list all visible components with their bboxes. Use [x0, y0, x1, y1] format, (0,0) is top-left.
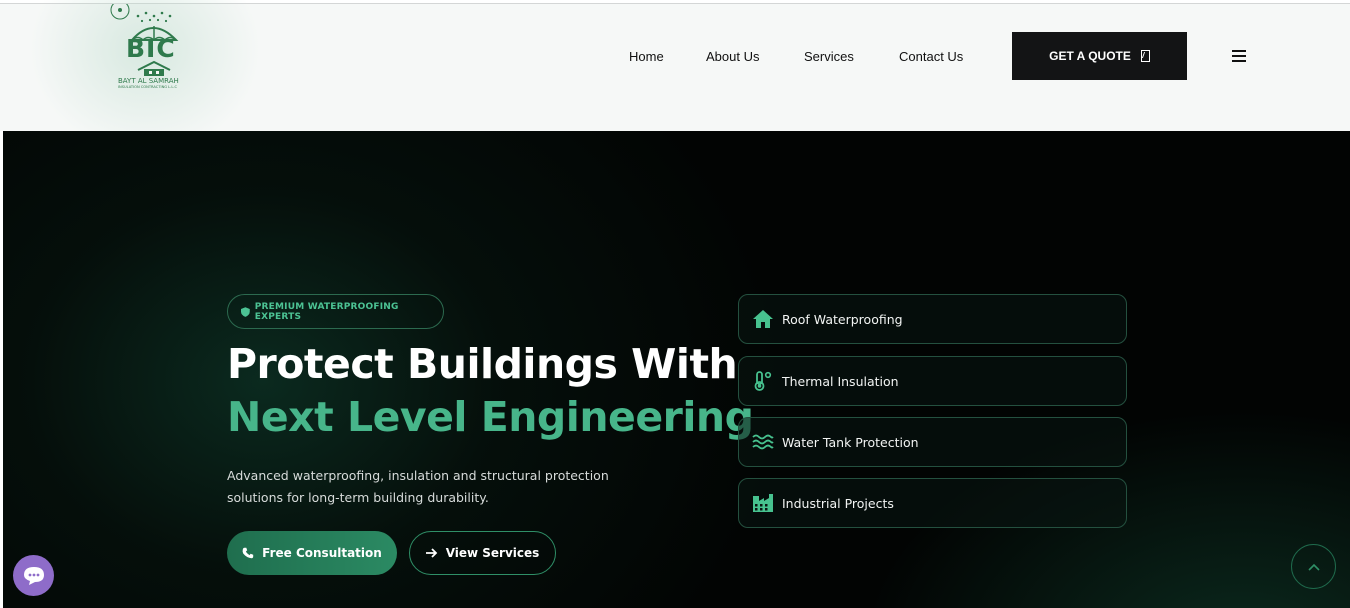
view-services-button[interactable]: View Services	[409, 531, 556, 575]
hero-badge: PREMIUM WATERPROOFING EXPERTS	[227, 294, 444, 329]
chat-bubble-icon	[23, 566, 44, 585]
get-a-quote-label: GET A QUOTE	[1049, 49, 1131, 63]
thermometer-icon	[754, 371, 772, 391]
feature-roof-waterproofing[interactable]: Roof Waterproofing	[738, 294, 1127, 344]
free-consultation-button[interactable]: Free Consultation	[227, 531, 397, 575]
arrow-right-icon	[425, 548, 437, 558]
free-consultation-label: Free Consultation	[262, 546, 382, 560]
site-header: BIC BAYT AL SAMRAH INSULATION CONTRACTIN…	[0, 0, 1350, 154]
feature-label: Water Tank Protection	[782, 434, 919, 450]
water-waves-icon	[752, 434, 774, 450]
brand-logo[interactable]: BIC BAYT AL SAMRAH INSULATION CONTRACTIN…	[108, 4, 198, 94]
feature-label: Roof Waterproofing	[782, 311, 903, 327]
view-services-label: View Services	[445, 546, 540, 560]
logo-letters: BIC	[126, 34, 176, 63]
feature-label: Industrial Projects	[782, 495, 894, 511]
chevron-up-icon	[1307, 563, 1320, 571]
feature-industrial-projects[interactable]: Industrial Projects	[738, 478, 1127, 528]
nav-home[interactable]: Home	[629, 49, 664, 64]
shield-icon	[241, 306, 250, 317]
phone-icon	[242, 547, 254, 559]
logo-company-subtitle: INSULATION CONTRACTING L.L.C	[118, 85, 177, 89]
nav-services[interactable]: Services	[804, 49, 854, 64]
logo-company-name: BAYT AL SAMRAH	[118, 77, 179, 85]
feature-water-tank-protection[interactable]: Water Tank Protection	[738, 417, 1127, 467]
document-icon	[1140, 50, 1150, 62]
industry-icon	[753, 494, 773, 512]
nav-about-us[interactable]: About Us	[706, 49, 759, 64]
hero-badge-label: PREMIUM WATERPROOFING EXPERTS	[254, 301, 399, 322]
get-a-quote-button[interactable]: GET A QUOTE	[1012, 32, 1187, 80]
hero-title-line2: Next Level Engineering	[227, 393, 754, 441]
feature-thermal-insulation[interactable]: Thermal Insulation	[738, 356, 1127, 406]
house-icon	[753, 310, 773, 328]
chat-widget-button[interactable]	[13, 555, 54, 596]
scroll-to-top-button[interactable]	[1291, 544, 1336, 589]
feature-label: Thermal Insulation	[782, 373, 899, 389]
hero-description: Advanced waterproofing, insulation and s…	[227, 468, 609, 505]
hero-title-line1: Protect Buildings With	[227, 340, 738, 388]
house-logo-icon	[137, 60, 171, 76]
hamburger-menu-icon[interactable]	[1232, 50, 1246, 62]
nav-contact-us[interactable]: Contact Us	[899, 49, 963, 64]
